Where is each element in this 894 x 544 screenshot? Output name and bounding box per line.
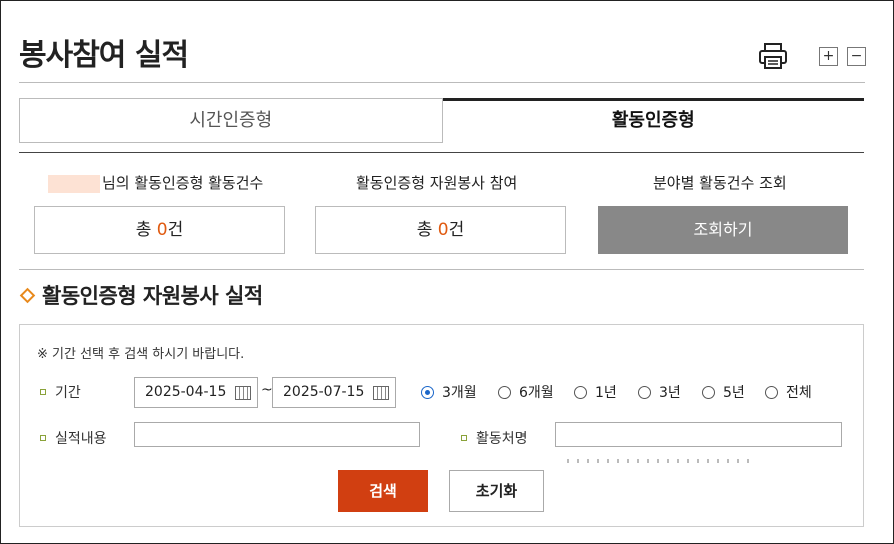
title-divider [19,82,865,83]
zoom-in-button[interactable]: + [819,46,838,66]
place-input[interactable] [555,422,842,447]
bullet-icon [40,435,46,441]
radio-label: 3년 [659,385,681,401]
radio-button[interactable] [638,385,651,399]
radio-button[interactable] [574,385,587,399]
search-button[interactable]: 검색 [338,470,428,512]
radio-5-years[interactable]: 5년 [702,382,745,402]
count-suffix: 건 [167,220,184,240]
radio-1-year[interactable]: 1년 [574,382,617,402]
page-title: 봉사참여 실적 [19,38,189,73]
radio-all[interactable]: 전체 [765,382,812,402]
count-suffix: 건 [448,220,465,240]
zoom-out-button[interactable]: − [847,46,866,66]
period-label: 기간 [40,382,81,402]
calendar-icon[interactable] [373,386,389,400]
tabs-divider [19,152,864,153]
volunteer-heading: 활동인증형 자원봉사 참여 [356,174,518,192]
radio-label: 1년 [595,385,617,401]
section-title: 활동인증형 자원봉사 실적 [42,284,263,308]
user-activity-count-box: 총 0건 [34,206,285,254]
date-from-value: 2025-04-15 [145,384,227,400]
content-label-text: 실적내용 [55,431,107,447]
print-icon[interactable] [758,42,788,70]
radio-6-months[interactable]: 6개월 [498,382,554,402]
page-tools: + − [758,42,866,70]
radio-3-months[interactable]: 3개월 [421,382,477,402]
category-query-button[interactable]: 조회하기 [598,206,848,254]
tab-time-certified[interactable]: 시간인증형 [19,98,443,143]
radio-3-years[interactable]: 3년 [638,382,681,402]
radio-label: 5년 [723,385,745,401]
date-separator: ~ [261,382,273,398]
radio-button[interactable] [702,385,715,399]
section-divider [19,269,864,270]
content-input[interactable] [134,422,420,447]
bullet-icon [461,435,467,441]
period-label-text: 기간 [55,385,81,401]
autocomplete-hint-dots [567,459,757,463]
radio-button[interactable] [765,385,778,399]
user-activity-heading: 님의 활동인증형 활동건수 [48,172,263,193]
tab-bar: 시간인증형 활동인증형 [19,98,864,143]
bullet-icon [40,389,46,395]
place-label-text: 활동처명 [476,431,528,447]
date-from-input[interactable]: 2025-04-15 [134,377,258,408]
volunteer-count: 0 [437,220,449,240]
place-label: 활동처명 [461,428,528,448]
user-name-mask [48,174,100,193]
tab-activity-certified[interactable]: 활동인증형 [442,98,864,143]
radio-button-selected[interactable] [421,385,434,399]
radio-label: 전체 [786,385,812,401]
radio-button[interactable] [498,385,511,399]
count-prefix: 총 [135,220,157,240]
user-activity-label: 님의 활동인증형 활동건수 [102,174,264,192]
calendar-icon[interactable] [235,386,251,400]
radio-label: 6개월 [519,385,554,401]
user-activity-count: 0 [156,220,168,240]
date-to-value: 2025-07-15 [283,384,365,400]
content-label: 실적내용 [40,428,107,448]
section-heading: 활동인증형 자원봉사 실적 [19,280,263,310]
reset-button[interactable]: 초기화 [449,470,544,512]
volunteer-count-box: 총 0건 [315,206,566,254]
diamond-icon [19,287,36,303]
date-to-input[interactable]: 2025-07-15 [272,377,396,408]
count-prefix: 총 [416,220,438,240]
search-notice: ※ 기간 선택 후 검색 하시기 바랍니다. [37,347,245,362]
category-heading: 분야별 활동건수 조회 [653,174,787,192]
radio-label: 3개월 [442,385,477,401]
